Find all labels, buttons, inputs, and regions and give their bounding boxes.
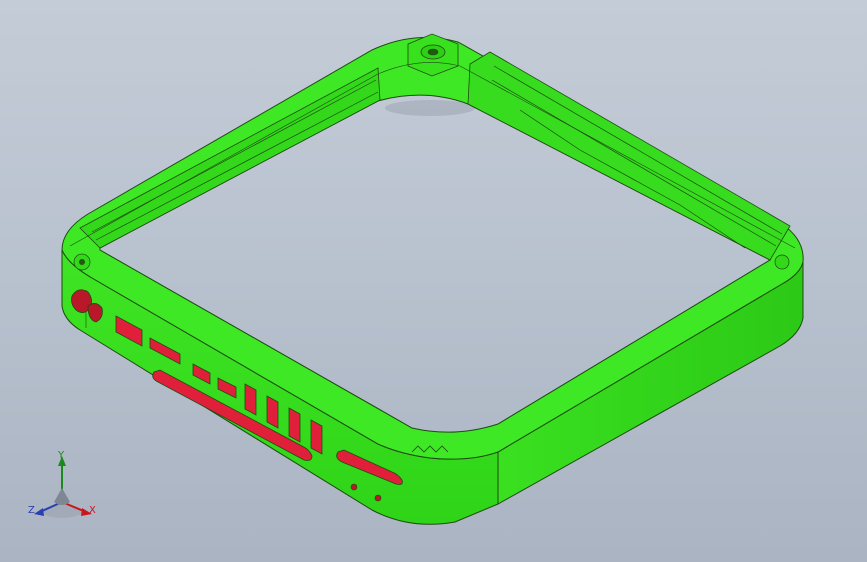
z-axis-arrow — [34, 508, 44, 516]
slot-5[interactable] — [244, 383, 257, 416]
slot-7[interactable] — [288, 407, 301, 443]
axis-triad[interactable]: Y X Z — [24, 446, 104, 526]
slot-6[interactable] — [266, 395, 279, 429]
left-corner-boss — [73, 253, 91, 271]
triad-cone — [54, 488, 70, 505]
inner-back-right-wall — [467, 51, 791, 261]
ground-shadow — [385, 100, 475, 116]
right-corner-boss — [774, 254, 790, 270]
slot-8[interactable] — [310, 419, 323, 455]
y-axis-label: Y — [58, 450, 65, 461]
graphics-viewport[interactable]: Y X Z — [0, 0, 867, 562]
model-view[interactable] — [0, 0, 867, 562]
z-axis-label: Z — [28, 505, 35, 516]
triad-base-shadow — [38, 504, 86, 518]
x-axis-label: X — [89, 505, 96, 516]
small-hole-1[interactable] — [350, 483, 358, 491]
small-hole-2[interactable] — [374, 494, 382, 502]
